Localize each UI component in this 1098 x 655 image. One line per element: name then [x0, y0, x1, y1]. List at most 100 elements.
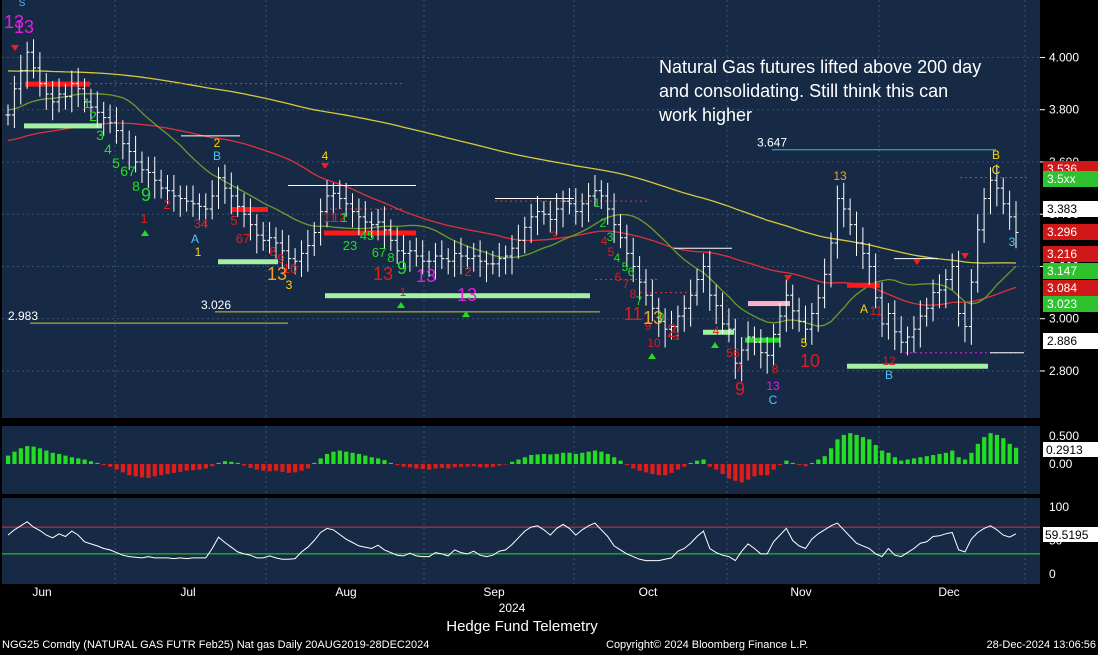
- histogram-bar: [101, 464, 106, 466]
- x-tick-label: Oct: [639, 585, 658, 599]
- demark-count: 5: [608, 245, 615, 259]
- histogram-bar: [146, 464, 151, 478]
- histogram-bar: [580, 452, 585, 464]
- histogram-bar: [758, 464, 764, 476]
- histogram-bar: [541, 453, 547, 464]
- histogram-bar: [892, 457, 897, 464]
- histogram-bar: [561, 452, 566, 464]
- histogram-bar: [943, 452, 949, 464]
- histogram-bar: [624, 464, 630, 466]
- demark-count: 4: [614, 251, 621, 265]
- histogram-bar: [554, 453, 559, 464]
- support-label: 2.983: [8, 309, 38, 323]
- value-box-label: 3.5xx: [1047, 172, 1076, 186]
- histogram-bar: [478, 464, 483, 468]
- histogram-bar: [714, 464, 719, 470]
- histogram-bar: [886, 452, 891, 464]
- demark-count: 3: [673, 329, 680, 343]
- histogram-bar: [382, 460, 387, 464]
- demark-count: 1: [195, 245, 202, 259]
- demark-count: 4: [713, 324, 720, 338]
- target-label: 3.647: [757, 136, 787, 150]
- histogram-bar: [88, 461, 94, 464]
- histogram-bar: [982, 437, 987, 464]
- histogram-bar: [63, 455, 68, 464]
- demark-count: 2: [214, 136, 221, 150]
- histogram-bar: [446, 464, 451, 469]
- histogram-bar: [31, 446, 36, 464]
- demark-count: 8: [387, 250, 394, 265]
- value-box-label: 3.296: [1047, 225, 1077, 239]
- histogram-bar: [669, 464, 674, 473]
- histogram-bar: [1007, 443, 1012, 464]
- value-box-label: 3.023: [1047, 297, 1077, 311]
- rsi-tick-label: 100: [1049, 500, 1069, 514]
- histogram-bar: [420, 464, 425, 470]
- histogram-bar: [324, 453, 330, 464]
- histogram-bar: [127, 464, 132, 476]
- histogram-bar: [82, 459, 87, 464]
- demark-count: 8: [269, 244, 276, 259]
- demark-count: 4: [322, 149, 329, 163]
- demark-count: 3: [607, 230, 614, 244]
- histogram-bar: [784, 460, 789, 464]
- histogram-bar: [427, 464, 432, 470]
- histogram-bar: [873, 444, 878, 464]
- histogram-bar: [395, 464, 400, 466]
- histogram-bar: [752, 464, 757, 477]
- demark-count: 7: [736, 361, 743, 375]
- value-box-label: 3.084: [1047, 281, 1077, 295]
- histogram-bar: [363, 455, 368, 464]
- demark-count: 9: [658, 310, 665, 324]
- support-label: 3.026: [201, 298, 231, 312]
- demark-count: 10: [800, 351, 820, 371]
- histogram-bar: [739, 464, 744, 483]
- histogram-bar: [497, 464, 502, 466]
- hist-tick-label: 0.00: [1049, 457, 1073, 471]
- histogram-bar: [471, 464, 476, 467]
- histogram-bar: [242, 464, 247, 466]
- demark-count: B: [992, 148, 1000, 162]
- demark-count: 7: [623, 277, 630, 291]
- histogram-bar: [293, 464, 298, 473]
- y-tick-label: 3.800: [1049, 103, 1079, 117]
- histogram-bar: [809, 462, 815, 464]
- x-tick-label: Aug: [335, 585, 356, 599]
- histogram-bar: [191, 464, 196, 471]
- demark-count: 13: [14, 17, 34, 37]
- histogram-bar: [612, 457, 617, 464]
- demark-count: 1: [340, 210, 347, 225]
- histogram-bar: [184, 464, 189, 471]
- demark-count: B: [885, 368, 893, 382]
- demark-count: 5: [801, 336, 808, 350]
- histogram-bar: [165, 464, 170, 475]
- histogram-bar: [905, 459, 910, 464]
- histogram-bar: [650, 464, 655, 475]
- histogram-bar: [1014, 447, 1019, 464]
- histogram-bar: [254, 464, 260, 470]
- demark-count: 67: [236, 231, 250, 246]
- chart-footer: Hedge Fund Telemetry NGG25 Comdty (NATUR…: [0, 617, 1098, 655]
- histogram-bar: [586, 451, 591, 464]
- histogram-bar: [458, 464, 464, 467]
- histogram-bar: [18, 448, 23, 464]
- histogram-bar: [867, 439, 872, 464]
- histogram-bar: [695, 460, 700, 464]
- histogram-bar: [433, 464, 438, 469]
- chart-annotation: Natural Gas futures lifted above 200 day…: [659, 57, 982, 125]
- histogram-bar: [312, 462, 317, 464]
- histogram-bar: [899, 460, 904, 464]
- histogram-bar: [911, 458, 917, 464]
- demark-count: 9: [397, 258, 407, 278]
- histogram-bar: [790, 462, 795, 464]
- histogram-bar: [439, 464, 445, 468]
- histogram-bar: [618, 460, 623, 464]
- histogram-bar: [159, 464, 164, 476]
- demark-count: 3: [286, 278, 293, 292]
- histogram-bar: [599, 451, 604, 464]
- histogram-bar: [656, 464, 661, 476]
- histogram-bar: [376, 458, 381, 464]
- histogram-bar: [803, 464, 808, 467]
- histogram-bar: [720, 464, 725, 475]
- histogram-bar: [280, 464, 285, 472]
